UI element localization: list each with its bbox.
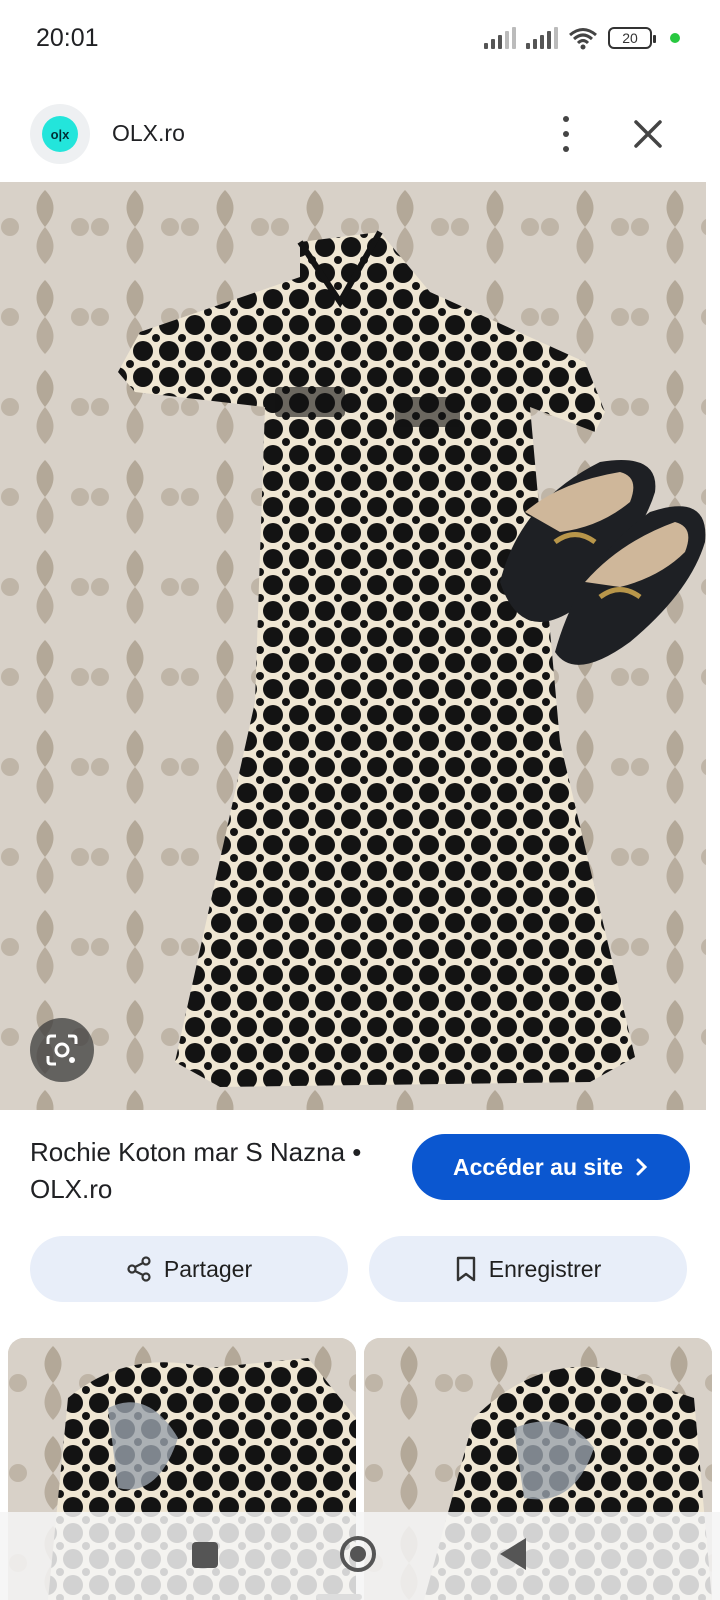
google-lens-icon[interactable] xyxy=(30,1018,94,1082)
main-product-image[interactable] xyxy=(0,182,706,1110)
recent-apps-button[interactable] xyxy=(192,1542,218,1568)
header: o|x OLX.ro xyxy=(0,96,720,180)
more-vertical-icon[interactable] xyxy=(552,116,580,152)
share-label: Partager xyxy=(163,1255,253,1282)
close-icon[interactable] xyxy=(628,114,668,154)
battery-level: 20 xyxy=(622,30,638,46)
status-icons: 20 xyxy=(484,26,680,50)
status-bar: 20:01 20 xyxy=(0,0,720,80)
signal-icon xyxy=(526,27,558,49)
wifi-icon xyxy=(569,28,597,50)
bookmark-icon xyxy=(456,1256,475,1282)
system-nav-bar xyxy=(0,1512,720,1600)
site-name[interactable]: OLX.ro xyxy=(112,120,185,147)
dress-image xyxy=(0,182,706,1110)
gesture-handle xyxy=(316,1594,362,1600)
lens-glyph-icon xyxy=(46,1034,78,1066)
visit-site-label: Accéder au site xyxy=(452,1153,624,1180)
site-logo[interactable]: o|x xyxy=(30,104,90,164)
privacy-indicator-icon xyxy=(670,33,680,43)
share-button[interactable]: Partager xyxy=(30,1236,348,1302)
back-button[interactable] xyxy=(500,1538,526,1570)
chevron-right-icon xyxy=(636,1158,648,1176)
battery-icon: 20 xyxy=(608,27,656,49)
save-button[interactable]: Enregistrer xyxy=(369,1236,687,1302)
signal-icon xyxy=(484,27,516,49)
save-label: Enregistrer xyxy=(488,1255,602,1282)
status-time: 20:01 xyxy=(36,24,99,52)
visit-site-button[interactable]: Accéder au site xyxy=(412,1134,690,1200)
home-button[interactable] xyxy=(340,1536,376,1572)
share-icon xyxy=(127,1256,151,1282)
result-title[interactable]: Rochie Koton mar S Nazna • OLX.ro xyxy=(30,1134,390,1208)
olx-logo-icon: o|x xyxy=(42,116,78,152)
